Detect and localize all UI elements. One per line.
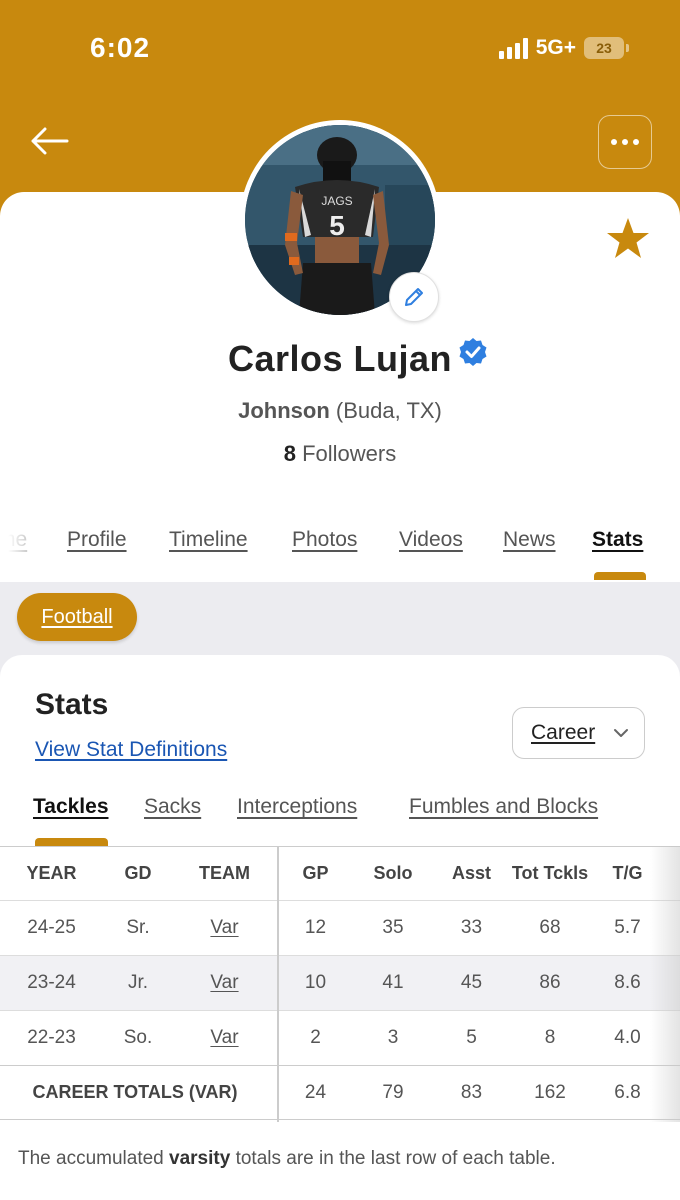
back-button[interactable] bbox=[26, 118, 72, 164]
stat-tab-sacks[interactable]: Sacks bbox=[144, 795, 201, 819]
cell-year: 24-25 bbox=[27, 917, 76, 938]
battery-icon: 23 bbox=[584, 37, 629, 59]
sport-filter-football[interactable]: Football bbox=[17, 593, 137, 641]
cell-team-link[interactable]: Var bbox=[173, 901, 276, 955]
cell-grade: So. bbox=[123, 1027, 153, 1048]
cell-team-link[interactable]: Var bbox=[173, 956, 276, 1010]
table-row: 22-23 So. Var 2 3 5 8 4.0 bbox=[0, 1010, 680, 1065]
cell-gp: 12 bbox=[304, 917, 327, 938]
career-totals-row: CAREER TOTALS (VAR) 24 79 83 162 6.8 bbox=[0, 1065, 680, 1120]
table-row: 23-24 Jr. Var 10 41 45 86 8.6 bbox=[0, 955, 680, 1010]
stat-tab-tackles[interactable]: Tackles bbox=[33, 795, 109, 819]
cell-solo: 3 bbox=[387, 1027, 399, 1048]
stat-tab-interceptions[interactable]: Interceptions bbox=[237, 795, 357, 819]
tab-photos[interactable]: Photos bbox=[292, 528, 357, 552]
tackles-table: YEAR GD TEAM GP Solo Asst Tot Tckls T/G … bbox=[0, 846, 680, 1120]
total-gp: 24 bbox=[304, 1081, 327, 1103]
followers-label: Followers bbox=[302, 441, 397, 466]
column-header: YEAR bbox=[26, 863, 77, 883]
period-select[interactable]: Career bbox=[512, 707, 645, 759]
signal-icon bbox=[498, 37, 528, 59]
cell-grade: Sr. bbox=[126, 917, 150, 938]
more-dot-icon bbox=[622, 139, 628, 145]
school-name: Johnson bbox=[238, 398, 330, 423]
more-dot-icon bbox=[611, 139, 617, 145]
cell-gp: 2 bbox=[310, 1027, 321, 1048]
cell-tot-tckls: 8 bbox=[544, 1027, 556, 1048]
photo-jersey-text: JAGS bbox=[321, 194, 352, 208]
stat-tab-fumbles-blocks[interactable]: Fumbles and Blocks bbox=[409, 795, 598, 819]
column-header: GD bbox=[124, 863, 152, 883]
active-stat-tab-indicator bbox=[35, 838, 108, 846]
total-solo: 79 bbox=[382, 1081, 404, 1103]
cell-solo: 41 bbox=[382, 972, 404, 993]
footnote-text-after: totals are in the last row of each table… bbox=[230, 1148, 556, 1169]
photo-jersey-number: 5 bbox=[329, 210, 345, 241]
network-label: 5G+ bbox=[535, 36, 576, 59]
column-header: Tot Tckls bbox=[511, 863, 589, 883]
tab-profile[interactable]: Profile bbox=[67, 528, 127, 552]
profile-tabs: me Profile Timeline Photos Videos News S… bbox=[0, 528, 680, 578]
total-tot-tckls: 162 bbox=[534, 1081, 566, 1103]
followers-count: 8 bbox=[283, 441, 296, 466]
table-header-row: YEAR GD TEAM GP Solo Asst Tot Tckls T/G bbox=[0, 846, 680, 900]
battery-level: 23 bbox=[596, 40, 612, 56]
followers-line[interactable]: 8 Followers bbox=[0, 441, 680, 467]
table-scroll-fade bbox=[650, 846, 680, 1122]
cell-tot-tckls: 86 bbox=[539, 972, 561, 993]
cell-solo: 35 bbox=[382, 917, 404, 938]
cell-team-link[interactable]: Var bbox=[173, 1011, 276, 1065]
verified-badge-icon bbox=[459, 338, 487, 366]
stat-definitions-link[interactable]: View Stat Definitions bbox=[35, 738, 227, 762]
school-line: Johnson (Buda, TX) bbox=[0, 398, 680, 424]
status-indicators: 5G+ 23 bbox=[498, 36, 629, 60]
cell-gp: 10 bbox=[304, 972, 327, 993]
tab-videos[interactable]: Videos bbox=[399, 528, 463, 552]
favorite-star-icon[interactable] bbox=[604, 215, 652, 263]
tab-stats[interactable]: Stats bbox=[592, 528, 643, 552]
cell-asst: 5 bbox=[466, 1027, 477, 1048]
cell-asst: 33 bbox=[460, 917, 483, 938]
period-select-value: Career bbox=[531, 721, 596, 744]
pencil-icon bbox=[405, 288, 423, 306]
footnote-text-before: The accumulated bbox=[18, 1148, 170, 1169]
total-asst: 83 bbox=[460, 1081, 483, 1103]
tabs-fade bbox=[0, 525, 40, 560]
athlete-name: Carlos Lujan bbox=[227, 338, 453, 379]
more-dot-icon bbox=[633, 139, 639, 145]
school-location: (Buda, TX) bbox=[335, 398, 442, 423]
back-arrow-icon bbox=[31, 127, 69, 155]
edit-photo-button[interactable] bbox=[389, 272, 439, 322]
column-header: TEAM bbox=[199, 863, 250, 883]
status-time: 6:02 bbox=[90, 32, 151, 63]
column-header: Solo bbox=[373, 863, 413, 883]
tab-news[interactable]: News bbox=[503, 528, 556, 552]
column-header: Asst bbox=[451, 863, 491, 883]
stats-title: Stats bbox=[35, 688, 109, 721]
table-divider bbox=[277, 846, 279, 1122]
footnote-bold: varsity bbox=[169, 1148, 231, 1169]
cell-year: 22-23 bbox=[27, 1027, 76, 1048]
more-options-button[interactable] bbox=[598, 115, 652, 169]
cell-year: 23-24 bbox=[27, 972, 76, 993]
table-footnote: The accumulated varsity totals are in th… bbox=[18, 1148, 556, 1170]
chevron-down-icon bbox=[614, 729, 629, 737]
career-totals-label: CAREER TOTALS (VAR) bbox=[32, 1082, 238, 1102]
cell-asst: 45 bbox=[460, 972, 483, 993]
profile-name-row: Carlos Lujan bbox=[0, 338, 680, 380]
cell-tot-tckls: 68 bbox=[539, 917, 561, 938]
tab-timeline[interactable]: Timeline bbox=[169, 528, 248, 552]
cell-grade: Jr. bbox=[127, 972, 149, 993]
active-tab-indicator bbox=[594, 572, 646, 580]
column-header: GP bbox=[302, 863, 329, 883]
table-row: 24-25 Sr. Var 12 35 33 68 5.7 bbox=[0, 900, 680, 955]
